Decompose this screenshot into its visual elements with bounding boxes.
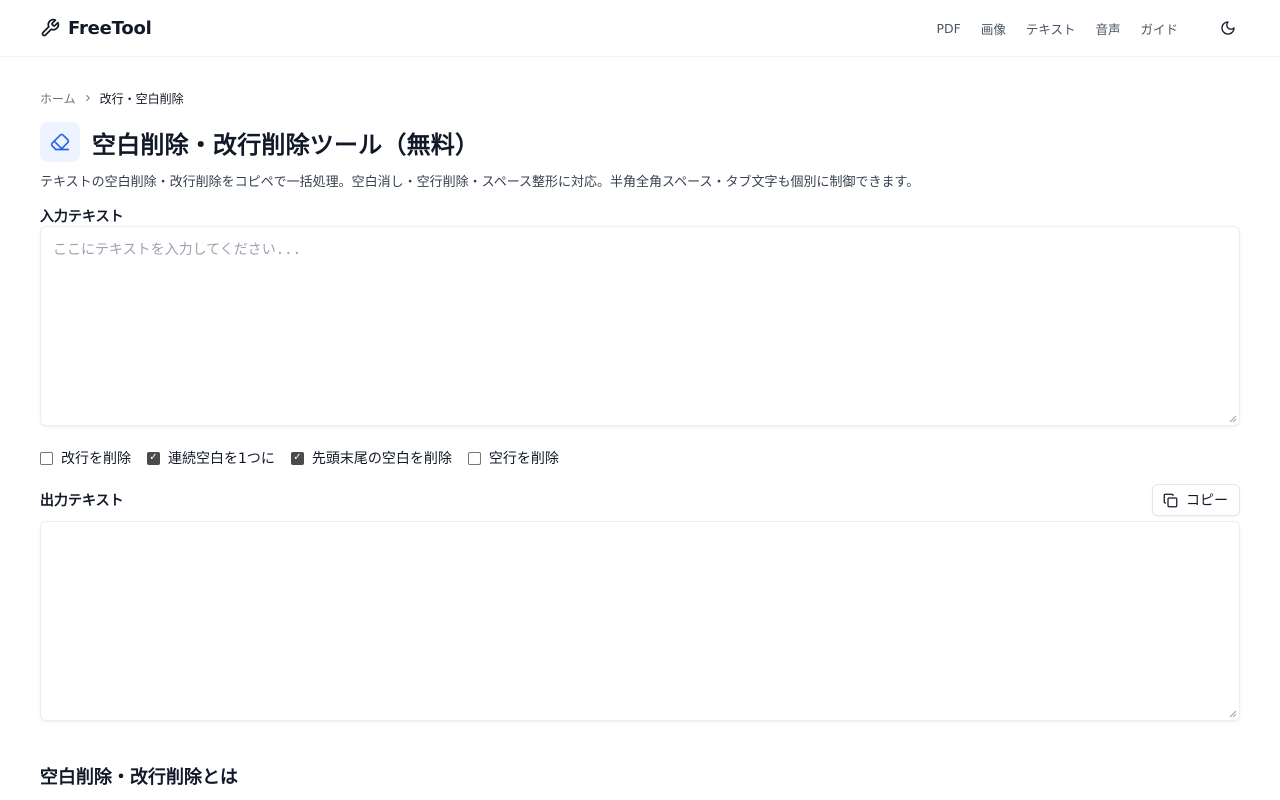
input-label: 入力テキスト	[40, 209, 124, 225]
options-row: 改行を削除 ✓ 連続空白を1つに ✓ 先頭末尾の空白を削除 空行を削除	[40, 448, 1240, 468]
copy-button-label: コピー	[1186, 492, 1228, 508]
input-textarea[interactable]	[41, 227, 1239, 425]
output-header: 出力テキスト コピー	[40, 484, 1240, 516]
page-title: 空白削除・改行削除ツール（無料）	[92, 130, 480, 159]
page-description: テキストの空白削除・改行削除をコピペで一括処理。空白消し・空行削除・スペース整形…	[40, 175, 920, 190]
checkbox-remove-empty-lines[interactable]	[467, 451, 481, 465]
breadcrumb-current: 改行・空白削除	[99, 91, 184, 106]
checkbox-remove-newlines[interactable]	[40, 451, 53, 465]
checkbox-trim[interactable]: ✓	[290, 451, 304, 465]
option-label: 空行を削除	[488, 451, 559, 467]
nav-item-pdf[interactable]: PDF	[936, 21, 960, 36]
site-header: FreeTool PDF 画像 テキスト 音声 ガイド	[0, 0, 1280, 57]
brand-name: FreeTool	[68, 17, 152, 39]
breadcrumb: ホーム 改行・空白削除	[40, 90, 1240, 106]
option-trim[interactable]: ✓ 先頭末尾の空白を削除	[290, 448, 452, 468]
theme-toggle-button[interactable]	[1216, 16, 1240, 40]
resize-grip-icon[interactable]	[1229, 415, 1237, 423]
breadcrumb-home[interactable]: ホーム	[40, 90, 76, 107]
resize-grip-icon[interactable]	[1229, 710, 1237, 718]
nav-item-image[interactable]: 画像	[981, 19, 1006, 38]
main-content: ホーム 改行・空白削除 空白削除・改行削除ツール（無料） テキストの空白削除・改…	[0, 90, 1280, 789]
option-label: 連続空白を1つに	[168, 451, 275, 467]
moon-icon	[1221, 21, 1235, 35]
copy-icon	[1163, 493, 1178, 507]
chevron-right-icon	[83, 93, 93, 103]
eraser-icon	[40, 122, 80, 162]
brand[interactable]: FreeTool	[40, 18, 152, 39]
option-label: 改行を削除	[61, 451, 131, 467]
checkbox-collapse-spaces[interactable]: ✓	[147, 451, 160, 465]
nav-item-audio[interactable]: 音声	[1095, 19, 1120, 38]
nav-item-text[interactable]: テキスト	[1026, 19, 1076, 38]
nav-item-guide[interactable]: ガイド	[1140, 19, 1178, 38]
main-nav: PDF 画像 テキスト 音声 ガイド	[936, 16, 1240, 40]
input-textarea-container	[40, 226, 1240, 426]
option-remove-empty-lines[interactable]: 空行を削除	[467, 448, 559, 468]
option-remove-newlines[interactable]: 改行を削除	[40, 448, 131, 468]
checkmark-icon: ✓	[293, 452, 302, 463]
option-label: 先頭末尾の空白を削除	[311, 451, 452, 467]
copy-button[interactable]: コピー	[1152, 484, 1240, 516]
wrench-icon	[40, 18, 60, 38]
output-label: 出力テキスト	[40, 493, 124, 509]
checkmark-icon: ✓	[149, 452, 158, 463]
title-row: 空白削除・改行削除ツール（無料）	[40, 122, 1240, 162]
option-collapse-spaces[interactable]: ✓ 連続空白を1つに	[147, 448, 275, 468]
output-textarea[interactable]	[41, 522, 1239, 720]
section-title: 空白削除・改行削除とは	[40, 767, 238, 788]
output-textarea-container	[40, 521, 1240, 721]
